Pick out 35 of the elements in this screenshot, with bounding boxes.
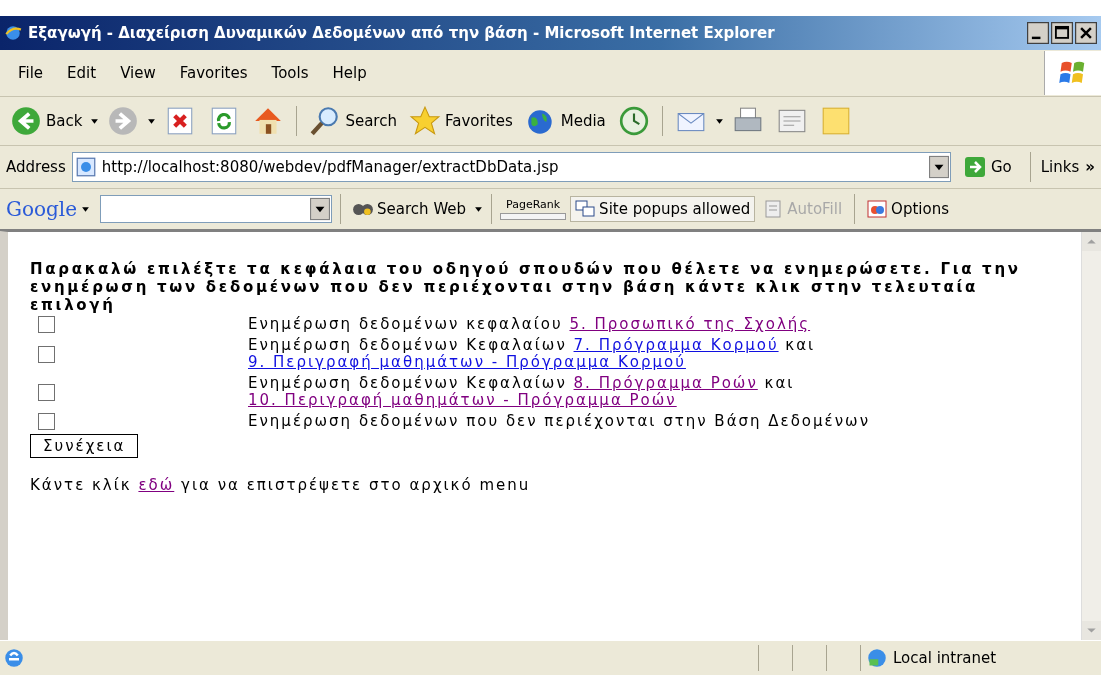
- popup-blocker-button[interactable]: Site popups allowed: [570, 196, 756, 222]
- continue-button[interactable]: Συνέχεια: [30, 434, 139, 458]
- google-logo[interactable]: Google: [6, 197, 78, 221]
- zone-label: Local intranet: [893, 649, 997, 667]
- menu-item[interactable]: Edit: [57, 62, 107, 84]
- window-title: Εξαγωγή - Διαχείριση Δυναμικών Δεδομένων από την βάση - Microsoft Internet Explorer: [28, 24, 776, 42]
- option-label: Ενημέρωση δεδομένων κεφαλαίου 5. Προσωπικό της Σχολής: [248, 314, 812, 335]
- back-button[interactable]: Back: [6, 103, 87, 139]
- return-sentence: Κάντε κλίκ εδώ για να επιστρέψετε στο αρχικό menu: [30, 476, 532, 494]
- option-label: Ενημέρωση δεδομένων Κεφαλαίων 8. Πρόγραμμα Ροών και 10. Περιγραφή μαθημάτων - Πρόγραμμα Ροών: [248, 373, 796, 411]
- media-button[interactable]: Media: [520, 103, 610, 139]
- links-label[interactable]: Links: [1040, 158, 1080, 176]
- address-field[interactable]: http://localhost:8080/webdev/pdfManager/extractDbData.jsp: [71, 152, 951, 182]
- search-button[interactable]: Search: [305, 103, 401, 139]
- chapter-link[interactable]: 8. Πρόγραμμα Ροών: [573, 374, 758, 392]
- menu-item[interactable]: Favorites: [169, 62, 258, 84]
- address-label: Address: [6, 158, 66, 176]
- chapter-link[interactable]: 10. Περιγραφή μαθημάτων - Πρόγραμμα Ροών: [248, 391, 677, 409]
- search-web-button[interactable]: Search Web: [349, 198, 471, 220]
- chapter-link[interactable]: 7. Πρόγραμμα Κορμού: [573, 336, 779, 354]
- option-label: Ενημέρωση δεδομένων Κεφαλαίων 7. Πρόγραμμα Κορμού και 9. Περιγραφή μαθημάτων - Πρόγραμμα Κορμού: [248, 335, 817, 373]
- menu-item[interactable]: Tools: [261, 62, 319, 84]
- go-button[interactable]: Go: [956, 157, 1020, 177]
- menu-item[interactable]: File: [8, 62, 54, 84]
- menu-item[interactable]: View: [110, 62, 166, 84]
- option-label: Ενημέρωση δεδομένων που δεν περιέχονται στην Βάση Δεδομένων: [248, 411, 872, 432]
- here-link[interactable]: εδώ: [138, 476, 175, 494]
- more-chevron[interactable]: »: [1085, 158, 1095, 176]
- menu-item[interactable]: Help: [322, 62, 377, 84]
- favorites-button[interactable]: Favorites: [404, 103, 517, 139]
- instructions-heading: Παρακαλώ επιλέξτε τα κεφάλαια του οδηγού σπουδών που θέλετε να ενημερώσετε. Για την ενημέρωση των δεδομένων που δεν περιέχονται στην βάση κάντε κλικ στην τελευταία επιλογή: [30, 260, 1022, 314]
- chapter-link[interactable]: 9. Περιγραφή μαθημάτων - Πρόγραμμα Κορμού: [248, 353, 686, 371]
- options-button[interactable]: Options: [863, 197, 953, 221]
- chapter-link[interactable]: 5. Προσωπικό της Σχολής: [569, 315, 811, 333]
- pagerank-meter: PageRank: [500, 198, 567, 220]
